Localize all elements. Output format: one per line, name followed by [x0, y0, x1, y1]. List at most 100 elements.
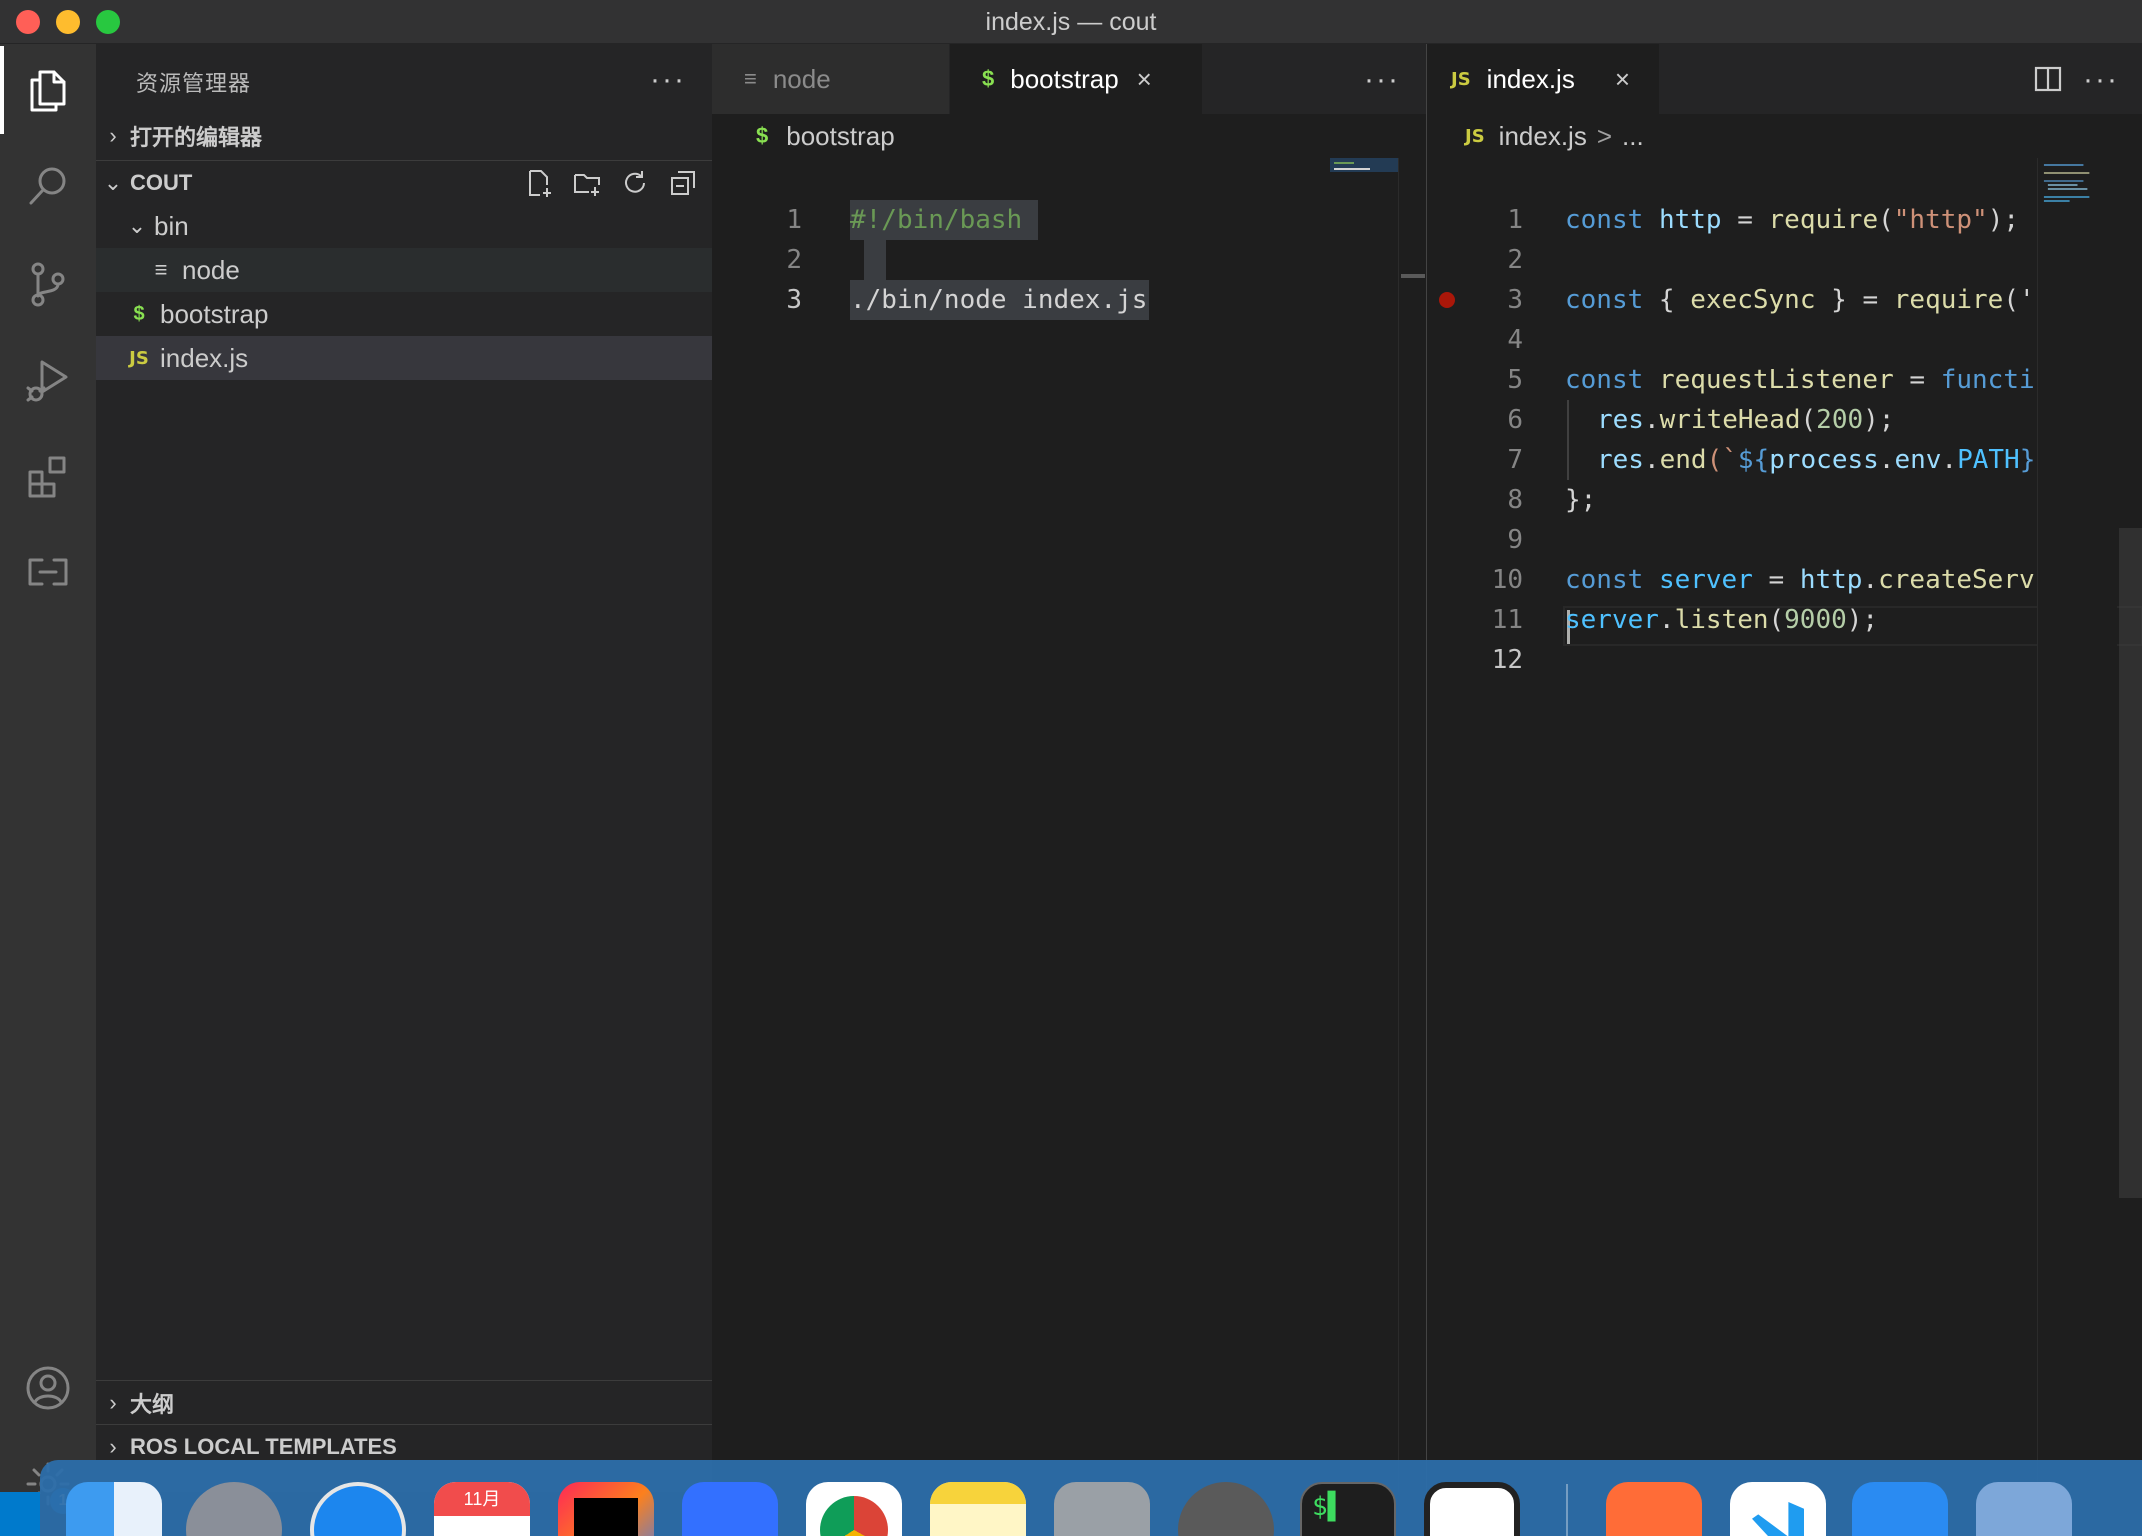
tree-file-indexjs[interactable]: JS index.js [96, 336, 712, 380]
line-number: 1 [786, 205, 802, 235]
tab-node[interactable]: ≡ node [712, 44, 950, 114]
breadcrumb: $ bootstrap [756, 114, 895, 158]
folder-actions [522, 161, 700, 205]
dock-vscode-icon[interactable] [1730, 1482, 1826, 1536]
activity-search[interactable] [0, 142, 96, 230]
activity-source-control[interactable] [0, 240, 96, 328]
code-line: res.writeHead(200); [1597, 405, 1895, 435]
new-folder-icon [574, 174, 600, 196]
new-folder-button[interactable] [570, 166, 604, 200]
new-file-button[interactable] [522, 166, 556, 200]
dock-postman-icon[interactable] [1606, 1482, 1702, 1536]
tab-label: bootstrap [1010, 63, 1119, 94]
open-editors-section[interactable]: › 打开的编辑器 [96, 114, 712, 158]
dock-tencent-app-icon[interactable] [1852, 1482, 1948, 1536]
tree-folder-bin[interactable]: ⌄ bin [96, 204, 712, 248]
code-line: #!/bin/bash [850, 200, 1039, 240]
account-icon [26, 1366, 70, 1410]
text-file-icon: ≡ [744, 66, 757, 91]
search-icon [29, 167, 66, 205]
line-number: 2 [786, 245, 802, 275]
collapse-all-button[interactable] [666, 166, 700, 200]
shell-file-icon: $ [982, 66, 995, 91]
collapse-all-icon [671, 171, 695, 195]
code-line: const requestListener = functi [1565, 365, 2035, 395]
outline-section[interactable]: › 大纲 [96, 1380, 712, 1424]
line-number: 3 [786, 285, 802, 315]
line-number: 12 [1491, 645, 1523, 675]
dock-notes-icon[interactable] [930, 1482, 1026, 1536]
remote-icon [28, 558, 68, 586]
editor-more-button[interactable]: ··· [2083, 65, 2119, 95]
code-line: res.end(`${process.env.PATH} [1597, 445, 2036, 475]
dock-ssh-client-icon[interactable] [1424, 1482, 1520, 1536]
tree-label: index.js [160, 342, 249, 373]
tree-label: bootstrap [160, 298, 269, 329]
line-number: 5 [1507, 365, 1523, 395]
line-number: 8 [1507, 485, 1523, 515]
folder-section-cout[interactable]: ⌄ COUT [96, 160, 712, 204]
line-number: 10 [1491, 565, 1523, 595]
activity-accounts[interactable] [0, 1344, 96, 1432]
refresh-button[interactable] [618, 166, 652, 200]
tree-label: bin [154, 210, 189, 241]
sidebar-header: 资源管理器 ··· [96, 44, 712, 116]
code-line: }; [1565, 485, 1597, 515]
scrollbar[interactable] [1398, 158, 1426, 1492]
minimap[interactable] [2037, 158, 2117, 1492]
chevron-down-icon: ⌄ [127, 213, 147, 238]
line-number: 9 [1507, 525, 1523, 555]
js-file-icon: JS [129, 347, 149, 369]
dock-intellij-icon[interactable] [558, 1482, 654, 1536]
code-editor-indexjs[interactable]: 1 2 3 4 5 6 7 8 9 10 11 12 const http = … [1427, 44, 2037, 1378]
line-number: 3 [1507, 285, 1523, 315]
dock-safari-icon[interactable] [310, 1482, 406, 1536]
code-line: server.listen(9000); [1565, 605, 1879, 635]
dock-calendar-icon[interactable]: 11月 [434, 1482, 530, 1536]
code-line: const { execSync } = require('c [1565, 285, 2037, 315]
tree-label: node [182, 254, 240, 285]
minimap[interactable] [1330, 158, 1398, 182]
line-number: 7 [1507, 445, 1523, 475]
dock-system-preferences-icon[interactable] [1054, 1482, 1150, 1536]
shell-file-icon: $ [756, 123, 769, 148]
activity-run-debug[interactable] [0, 336, 96, 424]
tree-file-bootstrap[interactable]: $ bootstrap [96, 292, 712, 336]
dock-separator [1566, 1484, 1568, 1536]
activity-explorer[interactable] [0, 46, 96, 134]
explorer-sidebar: 资源管理器 ··· › 打开的编辑器 ⌄ COUT ⌄ bin ≡ node $… [96, 44, 712, 1492]
editor-group-left: ≡ node $ bootstrap × ··· $ bootstrap 1 2… [712, 44, 1426, 1492]
shell-file-icon: $ [133, 302, 145, 325]
ros-templates-label: ROS LOCAL TEMPLATES [130, 1433, 397, 1459]
activity-remote[interactable] [0, 528, 96, 616]
chevron-right-icon: › [109, 123, 117, 148]
chevron-right-icon: › [109, 1389, 117, 1415]
tab-bar-left: ≡ node $ bootstrap × ··· [712, 44, 1426, 114]
extensions-icon [28, 456, 66, 498]
chevron-down-icon: ⌄ [103, 169, 123, 195]
editor-group-right: JS index.js × ··· JS index.js > ... 1 2 … [1426, 44, 2142, 1492]
dock-launchpad-icon[interactable] [186, 1482, 282, 1536]
dock-preview-icon[interactable] [1976, 1482, 2072, 1536]
folder-name: COUT [130, 169, 193, 195]
dock-terminal-icon[interactable]: $▌ [1300, 1482, 1396, 1536]
text-file-icon: ≡ [154, 257, 168, 282]
sidebar-more-button[interactable]: ··· [650, 65, 686, 95]
editor-more-button[interactable]: ··· [1364, 65, 1400, 95]
close-icon[interactable]: × [1137, 64, 1152, 95]
new-file-icon [529, 170, 551, 197]
scrollbar-thumb[interactable] [2119, 528, 2142, 1198]
dock-finder-icon[interactable] [66, 1482, 162, 1536]
activity-extensions[interactable] [0, 432, 96, 520]
dock-feishu-icon[interactable] [682, 1482, 778, 1536]
tree-file-node[interactable]: ≡ node [96, 248, 712, 292]
dock-chrome-icon[interactable] [806, 1482, 902, 1536]
scrollbar[interactable] [2117, 158, 2142, 1492]
code-line: const server = http.createServ [1565, 565, 2035, 595]
title-bar: index.js — cout [0, 0, 2142, 44]
chevron-right-icon: › [109, 1433, 117, 1459]
breadcrumb-file[interactable]: bootstrap [786, 121, 894, 152]
tab-bootstrap[interactable]: $ bootstrap × [950, 44, 1202, 114]
status-bar[interactable] [0, 1492, 40, 1536]
dock-instruments-icon[interactable] [1178, 1482, 1274, 1536]
